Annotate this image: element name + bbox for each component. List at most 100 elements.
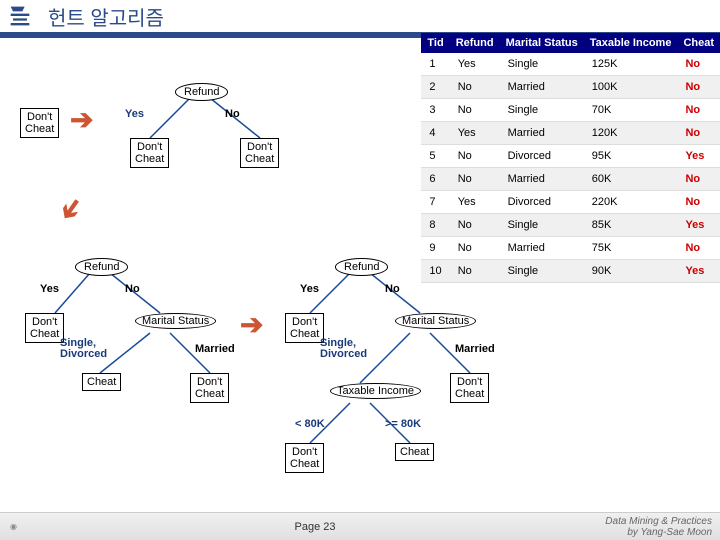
table-cell: Single — [500, 99, 584, 122]
slide-title: 헌트 알고리즘 — [40, 2, 164, 31]
node-refund-2: Refund — [75, 258, 128, 276]
table-cell: No — [450, 145, 500, 168]
table-cell: Married — [500, 237, 584, 260]
table-cell: No — [450, 237, 500, 260]
edge-label-ge80: >= 80K — [385, 418, 421, 430]
edge-label-lt80: < 80K — [295, 418, 325, 430]
table-cell: No — [677, 191, 720, 214]
table-row: 2NoMarried100KNo — [421, 76, 720, 99]
node-cheat-3: Cheat — [82, 373, 121, 391]
table-header: Tid — [421, 33, 449, 53]
table-header: Marital Status — [500, 33, 584, 53]
table-cell: 10 — [421, 260, 449, 283]
table-row: 1YesSingle125KNo — [421, 53, 720, 76]
arrow-right-1: ➔ — [70, 103, 93, 136]
table-cell: No — [677, 99, 720, 122]
edge-label-no-3: No — [385, 283, 400, 295]
node-dontcheat-4a: Don'tCheat — [285, 313, 324, 343]
table-cell: Divorced — [500, 145, 584, 168]
diagram-area: TidRefundMarital StatusTaxable IncomeChe… — [0, 38, 720, 506]
table-row: 4YesMarried120KNo — [421, 122, 720, 145]
table-row: 10NoSingle90KYes — [421, 260, 720, 283]
node-dontcheat-3a: Don'tCheat — [25, 313, 64, 343]
table-cell: No — [450, 214, 500, 237]
node-dontcheat-2a: Don'tCheat — [130, 138, 169, 168]
table-cell: 90K — [584, 260, 678, 283]
node-dontcheat-2b: Don'tCheat — [240, 138, 279, 168]
table-cell: No — [450, 76, 500, 99]
training-data-table: TidRefundMarital StatusTaxable IncomeChe… — [421, 33, 720, 283]
node-dontcheat-4c: Don'tCheat — [285, 443, 324, 473]
table-cell: 9 — [421, 237, 449, 260]
table-cell: 1 — [421, 53, 449, 76]
table-cell: Yes — [450, 53, 500, 76]
table-cell: No — [450, 260, 500, 283]
table-cell: 75K — [584, 237, 678, 260]
edge-label-singlediv-2: Single, Divorced — [320, 338, 380, 360]
node-marital-2: Marital Status — [395, 313, 476, 329]
table-row: 5NoDivorced95KYes — [421, 145, 720, 168]
table-cell: 6 — [421, 168, 449, 191]
slide-footer: ◉ Page 23 Data Mining & Practicesby Yang… — [0, 512, 720, 540]
footer-credit: Data Mining & Practicesby Yang-Sae Moon — [570, 516, 720, 538]
table-cell: No — [677, 53, 720, 76]
edge-label-yes-2: Yes — [40, 283, 59, 295]
table-row: 3NoSingle70KNo — [421, 99, 720, 122]
arrow-right-2: ➔ — [240, 308, 263, 341]
table-cell: No — [677, 76, 720, 99]
table-cell: 60K — [584, 168, 678, 191]
table-header: Refund — [450, 33, 500, 53]
node-cheat-4: Cheat — [395, 443, 434, 461]
edge-label-married-1: Married — [195, 343, 235, 355]
table-header: Cheat — [677, 33, 720, 53]
table-cell: 100K — [584, 76, 678, 99]
table-cell: Divorced — [500, 191, 584, 214]
table-cell: Married — [500, 76, 584, 99]
table-cell: Married — [500, 122, 584, 145]
table-cell: No — [677, 122, 720, 145]
table-cell: 5 — [421, 145, 449, 168]
page-number: Page 23 — [60, 521, 570, 533]
table-cell: Married — [500, 168, 584, 191]
edge-label-singlediv-1: Single, Divorced — [60, 338, 120, 360]
table-row: 7YesDivorced220KNo — [421, 191, 720, 214]
table-cell: Yes — [677, 145, 720, 168]
table-cell: 120K — [584, 122, 678, 145]
header-icon — [0, 0, 40, 35]
node-root-dontcheat: Don'tCheat — [20, 108, 59, 138]
node-marital-1: Marital Status — [135, 313, 216, 329]
node-refund-1: Refund — [175, 83, 228, 101]
table-cell: Yes — [450, 191, 500, 214]
table-cell: Single — [500, 214, 584, 237]
table-cell: Yes — [450, 122, 500, 145]
node-dontcheat-3b: Don'tCheat — [190, 373, 229, 403]
table-cell: Single — [500, 53, 584, 76]
table-cell: No — [677, 168, 720, 191]
node-dontcheat-4b: Don'tCheat — [450, 373, 489, 403]
table-cell: 95K — [584, 145, 678, 168]
table-cell: 220K — [584, 191, 678, 214]
table-row: 9NoMarried75KNo — [421, 237, 720, 260]
edge-label-yes-3: Yes — [300, 283, 319, 295]
table-cell: Yes — [677, 214, 720, 237]
node-taxable: Taxable Income — [330, 383, 421, 399]
table-cell: 7 — [421, 191, 449, 214]
table-cell: 70K — [584, 99, 678, 122]
edge-label-yes-1: Yes — [125, 108, 144, 120]
table-cell: 85K — [584, 214, 678, 237]
edge-label-no-2: No — [125, 283, 140, 295]
footer-logo: ◉ — [0, 522, 60, 531]
table-cell: 2 — [421, 76, 449, 99]
table-cell: No — [450, 99, 500, 122]
node-refund-3: Refund — [335, 258, 388, 276]
arrow-down-1: ➔ — [51, 190, 91, 228]
table-cell: No — [677, 237, 720, 260]
table-cell: Yes — [677, 260, 720, 283]
table-row: 8NoSingle85KYes — [421, 214, 720, 237]
table-cell: 3 — [421, 99, 449, 122]
table-row: 6NoMarried60KNo — [421, 168, 720, 191]
table-cell: 4 — [421, 122, 449, 145]
edge-label-married-2: Married — [455, 343, 495, 355]
table-cell: Single — [500, 260, 584, 283]
edge-label-no-1: No — [225, 108, 240, 120]
